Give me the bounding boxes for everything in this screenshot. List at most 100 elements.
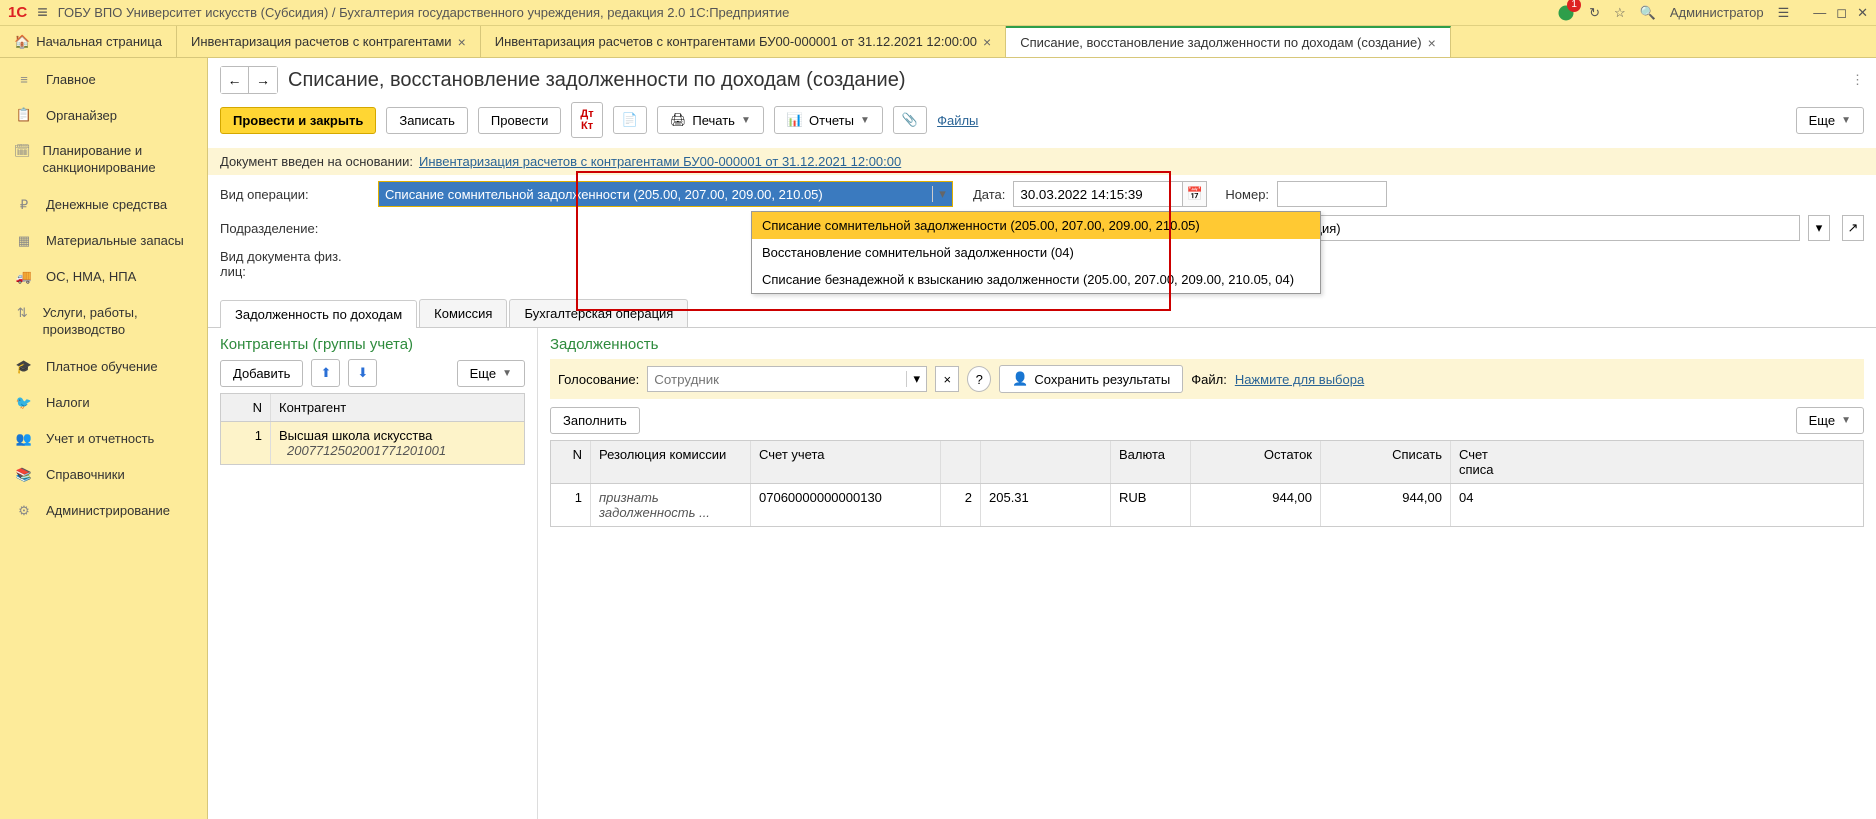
table-row[interactable]: 1 Высшая школа искусства 200771250200177…: [221, 422, 524, 464]
home-icon: 🏠: [14, 34, 30, 50]
tab-close-icon[interactable]: ×: [983, 34, 991, 50]
sidebar-item-accounting[interactable]: 👥Учет и отчетность: [0, 421, 207, 457]
contractors-title: Контрагенты (группы учета): [220, 336, 525, 353]
save-results-button[interactable]: 👤Сохранить результаты: [999, 365, 1183, 393]
reports-label: Отчеты: [809, 113, 854, 128]
dropdown-option[interactable]: Восстановление сомнительной задолженност…: [752, 239, 1320, 266]
sidebar-item-materials[interactable]: ▦Материальные запасы: [0, 223, 207, 259]
table-row[interactable]: 1 признать задолженность ... 07060000000…: [551, 484, 1863, 526]
tab-writeoff[interactable]: Списание, восстановление задолженности п…: [1006, 26, 1451, 57]
reports-button[interactable]: 📊Отчеты▼: [774, 106, 883, 134]
print-button[interactable]: 🖨Печать▼: [657, 106, 764, 134]
employee-combo[interactable]: ▾: [647, 366, 927, 392]
open-icon[interactable]: ↗: [1842, 215, 1864, 241]
sidebar-item-organizer[interactable]: 📋 Органайзер: [0, 97, 207, 133]
maximize-icon[interactable]: ◻: [1836, 5, 1847, 21]
sidebar-item-assets[interactable]: 🚚ОС, НМА, НПА: [0, 259, 207, 295]
nav-forward-button[interactable]: →: [249, 67, 277, 93]
eagle-icon: 🐦: [14, 395, 34, 411]
page-more-icon[interactable]: ⋮: [1851, 72, 1864, 88]
gear-icon: ⚙: [14, 503, 34, 519]
sidebar-item-admin[interactable]: ⚙ Администрирование: [0, 493, 207, 529]
doctab-accounting[interactable]: Бухгалтерская операция: [509, 299, 688, 327]
tab-inventory[interactable]: Инвентаризация расчетов с контрагентами …: [177, 26, 481, 57]
sidebar-item-references[interactable]: 📚Справочники: [0, 457, 207, 493]
doctab-debt[interactable]: Задолженность по доходам: [220, 300, 417, 328]
employee-input[interactable]: [648, 372, 906, 387]
sidebar-item-taxes[interactable]: 🐦Налоги: [0, 385, 207, 421]
operation-type-combo[interactable]: Списание сомнительной задолженности (205…: [378, 181, 953, 207]
chevron-down-icon[interactable]: ▾: [906, 371, 926, 387]
sidebar-label: Главное: [46, 72, 96, 87]
more-button[interactable]: Еще▼: [457, 360, 525, 387]
cell-account: 07060000000000130: [751, 484, 941, 526]
app-title: ГОБУ ВПО Университет искусств (Субсидия)…: [58, 5, 1547, 20]
minimize-icon[interactable]: —: [1813, 5, 1826, 21]
basis-label: Документ введен на основании:: [220, 154, 413, 169]
files-link[interactable]: Файлы: [937, 113, 978, 128]
chevron-down-icon[interactable]: ▾: [932, 186, 952, 202]
more-label: Еще: [1809, 413, 1835, 428]
save-button[interactable]: Записать: [386, 107, 468, 134]
dt-kt-button[interactable]: ДтКт: [571, 102, 602, 138]
add-button[interactable]: Добавить: [220, 360, 303, 387]
date-input[interactable]: [1013, 181, 1183, 207]
sidebar-label: Справочники: [46, 467, 125, 482]
post-button[interactable]: Провести: [478, 107, 562, 134]
nav-back-button[interactable]: ←: [221, 67, 249, 93]
col-account-write: Счет списа: [1451, 441, 1531, 483]
tab-label: Списание, восстановление задолженности п…: [1020, 35, 1421, 50]
number-input[interactable]: [1277, 181, 1387, 207]
sidebar-label: Органайзер: [46, 108, 117, 123]
favorite-icon[interactable]: ☆: [1614, 5, 1626, 21]
dropdown-option[interactable]: Списание сомнительной задолженности (205…: [752, 212, 1320, 239]
people-icon: 👥: [14, 431, 34, 447]
clear-icon[interactable]: ×: [935, 366, 959, 392]
basis-link[interactable]: Инвентаризация расчетов с контрагентами …: [419, 154, 901, 169]
sidebar-item-services[interactable]: ⇅Услуги, работы, производство: [0, 295, 207, 349]
sidebar-label: Администрирование: [46, 503, 170, 518]
cell-currency: RUB: [1111, 484, 1191, 526]
clipboard-icon: 📋: [14, 107, 34, 123]
calendar-icon[interactable]: 📅: [1183, 181, 1207, 207]
sidebar-item-planning[interactable]: 🗓Планирование и санкционирование: [0, 133, 207, 187]
tab-close-icon[interactable]: ×: [1428, 35, 1436, 51]
sidebar-label: Платное обучение: [46, 359, 158, 374]
sidebar-label: Денежные средства: [46, 197, 167, 212]
graduation-icon: 🎓: [14, 359, 34, 375]
main-menu-icon[interactable]: ≡: [37, 2, 48, 23]
col-account-sub: [981, 441, 1111, 483]
fill-button[interactable]: Заполнить: [550, 407, 640, 434]
history-icon[interactable]: ↻: [1589, 5, 1600, 21]
help-icon[interactable]: ?: [967, 366, 991, 392]
post-and-close-button[interactable]: Провести и закрыть: [220, 107, 376, 134]
truck-icon: 🚚: [14, 269, 34, 285]
sidebar-item-main[interactable]: ≡Главное: [0, 62, 207, 97]
printer-icon: 🖨: [670, 112, 687, 128]
attachment-button[interactable]: 📎: [893, 106, 927, 134]
chevron-down-icon[interactable]: ▾: [1808, 215, 1830, 241]
more-button[interactable]: Еще▼: [1796, 407, 1864, 434]
move-up-button[interactable]: ⬆: [311, 359, 340, 387]
settings-icon[interactable]: ☰: [1778, 5, 1790, 21]
file-select-link[interactable]: Нажмите для выбора: [1235, 372, 1364, 387]
doctab-commission[interactable]: Комиссия: [419, 299, 507, 327]
document-icon-button[interactable]: 📄: [613, 106, 647, 134]
document-toolbar: Провести и закрыть Записать Провести ДтК…: [208, 102, 1876, 148]
cell-balance: 944,00: [1191, 484, 1321, 526]
sidebar: ≡Главное 📋 Органайзер 🗓Планирование и сан…: [0, 58, 208, 819]
more-button[interactable]: Еще▼: [1796, 107, 1864, 134]
dropdown-option[interactable]: Списание безнадежной к взысканию задолже…: [752, 266, 1320, 293]
tab-inventory-doc[interactable]: Инвентаризация расчетов с контрагентами …: [481, 26, 1006, 57]
user-name[interactable]: Администратор: [1670, 5, 1764, 20]
move-down-button[interactable]: ⬇: [348, 359, 377, 387]
tab-home[interactable]: 🏠 Начальная страница: [0, 26, 177, 57]
tab-close-icon[interactable]: ×: [458, 34, 466, 50]
sidebar-item-education[interactable]: 🎓 Платное обучение: [0, 349, 207, 385]
search-icon[interactable]: 🔍: [1640, 5, 1656, 21]
sidebar-item-money[interactable]: ₽Денежные средства: [0, 187, 207, 223]
calendar-icon: 🗓: [14, 143, 31, 159]
notifications-icon[interactable]: 1: [1557, 4, 1575, 22]
basis-info-line: Документ введен на основании: Инвентариз…: [208, 148, 1876, 175]
close-window-icon[interactable]: ✕: [1857, 5, 1868, 21]
